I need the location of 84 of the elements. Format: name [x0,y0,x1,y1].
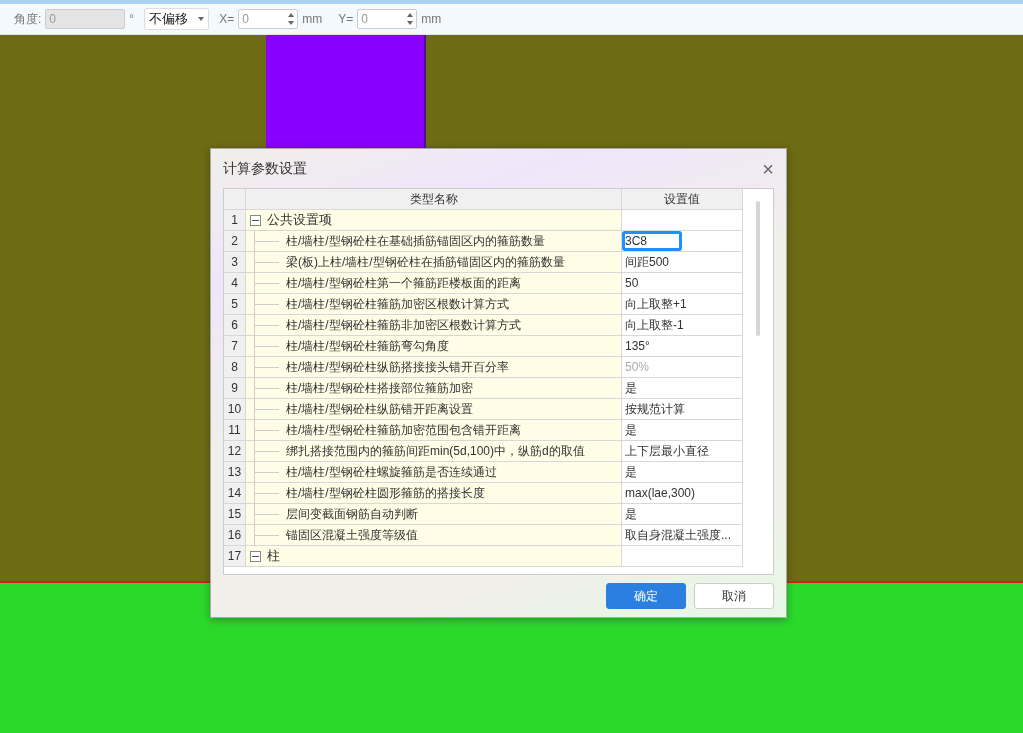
collapse-toggle[interactable] [250,214,261,226]
value-cell[interactable]: 是 [622,504,743,525]
confirm-button[interactable]: 确定 [606,583,686,609]
y-unit: mm [421,12,442,26]
value-cell[interactable]: 取自身混凝土强度... [622,525,743,546]
dialog-title: 计算参数设置 [223,159,307,178]
row-number: 2 [224,231,246,252]
setting-value: 50 [624,276,639,290]
row-number: 5 [224,294,246,315]
setting-name: 柱/墙柱/型钢砼柱箍筋加密区根数计算方式 [286,295,509,313]
row-number: 8 [224,357,246,378]
setting-value: 取自身混凝土强度... [624,526,731,544]
setting-value: 间距500 [624,253,670,271]
row-number: 6 [224,315,246,336]
value-cell[interactable] [622,210,743,231]
value-cell[interactable] [622,546,743,567]
group-label: 柱 [267,547,280,565]
setting-value: 是 [624,421,637,439]
degree-unit: ° [129,12,135,26]
setting-value: 3C8 [624,234,647,248]
spinner-icon [288,12,295,26]
setting-value: 135° [624,339,650,353]
row-number: 11 [224,420,246,441]
row-number: 1 [224,210,246,231]
value-cell[interactable]: 50 [622,273,743,294]
setting-name: 层间变截面钢筋自动判断 [286,505,418,523]
value-cell[interactable]: 是 [622,420,743,441]
y-label: Y= [338,12,354,26]
row-number: 9 [224,378,246,399]
setting-value: 是 [624,379,637,397]
row-number: 4 [224,273,246,294]
setting-value: 是 [624,463,637,481]
row-number: 3 [224,252,246,273]
setting-name: 绑扎搭接范围内的箍筋间距min(5d,100)中，纵筋d的取值 [286,442,585,460]
row-number: 17 [224,546,246,567]
value-cell[interactable]: 上下层最小直径 [622,441,743,462]
row-number: 14 [224,483,246,504]
value-cell[interactable]: 间距500 [622,252,743,273]
column-header: 类型名称 [246,189,622,210]
setting-name: 柱/墙柱/型钢砼柱圆形箍筋的搭接长度 [286,484,485,502]
scrollbar-thumb[interactable] [756,201,760,336]
value-cell[interactable]: 3C8 [622,231,743,252]
angle-label: 角度: [14,10,42,28]
row-number: 10 [224,399,246,420]
setting-name: 柱/墙柱/型钢砼柱箍筋加密范围包含错开距离 [286,421,521,439]
setting-value: 向上取整-1 [624,316,684,334]
value-cell[interactable]: 是 [622,378,743,399]
value-cell[interactable]: 按规范计算 [622,399,743,420]
value-cell[interactable]: 向上取整-1 [622,315,743,336]
setting-value: 按规范计算 [624,400,685,418]
setting-name: 梁(板)上柱/墙柱/型钢砼柱在插筋锚固区内的箍筋数量 [286,253,565,271]
setting-value: 50% [624,360,650,374]
column-header: 设置值 [622,189,743,210]
setting-name: 柱/墙柱/型钢砼柱螺旋箍筋是否连续通过 [286,463,497,481]
spinner-icon [407,12,414,26]
setting-name: 柱/墙柱/型钢砼柱纵筋错开距离设置 [286,400,473,418]
close-button[interactable]: × [762,158,774,179]
setting-value: 向上取整+1 [624,295,687,313]
cancel-button[interactable]: 取消 [694,583,774,609]
setting-name: 柱/墙柱/型钢砼柱第一个箍筋距楼板面的距离 [286,274,521,292]
setting-value: max(lae,300) [624,486,696,500]
group-label: 公共设置项 [267,211,332,229]
row-number: 7 [224,336,246,357]
setting-name: 锚固区混凝土强度等级值 [286,526,418,544]
value-cell[interactable]: 是 [622,462,743,483]
setting-name: 柱/墙柱/型钢砼柱箍筋弯勾角度 [286,337,449,355]
setting-name: 柱/墙柱/型钢砼柱纵筋搭接接头错开百分率 [286,358,509,376]
setting-name: 柱/墙柱/型钢砼柱箍筋非加密区根数计算方式 [286,316,521,334]
caret-icon [198,17,205,21]
setting-value: 上下层最小直径 [624,442,709,460]
value-cell[interactable]: 135° [622,336,743,357]
setting-name: 柱/墙柱/型钢砼柱在基础插筋锚固区内的箍筋数量 [286,232,545,250]
x-unit: mm [302,12,323,26]
setting-value: 是 [624,505,637,523]
row-number: 15 [224,504,246,525]
row-number: 16 [224,525,246,546]
value-cell[interactable]: 向上取整+1 [622,294,743,315]
value-cell[interactable]: max(lae,300) [622,483,743,504]
row-number: 13 [224,462,246,483]
collapse-toggle[interactable] [250,550,261,562]
setting-name: 柱/墙柱/型钢砼柱搭接部位箍筋加密 [286,379,473,397]
x-label: X= [219,12,235,26]
offset-select[interactable]: 不偏移 [144,8,210,30]
row-number: 12 [224,441,246,462]
